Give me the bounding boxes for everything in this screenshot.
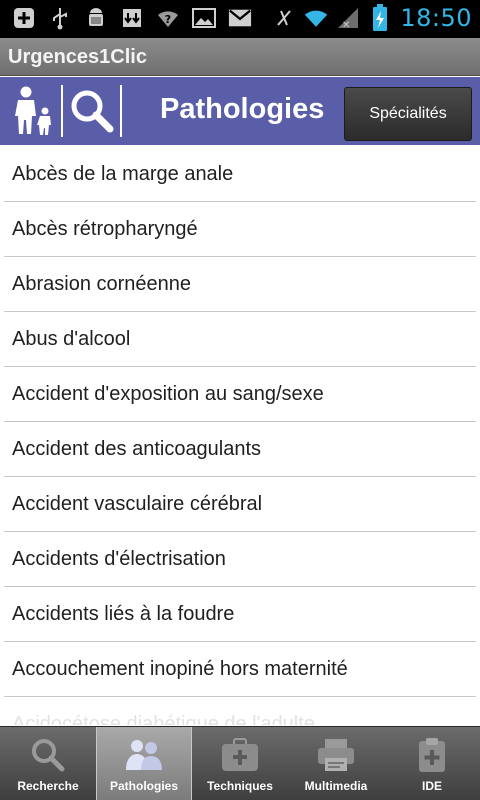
app-title-bar: Urgences1Clic	[0, 38, 480, 76]
header-divider	[61, 85, 63, 137]
tab-pathologies[interactable]: Pathologies	[96, 727, 192, 800]
header-divider	[120, 85, 122, 137]
status-bar: ? ✕ 18:50	[0, 0, 480, 38]
gmail-icon	[228, 6, 252, 30]
bottom-tab-bar: Recherche Pathologies Techniques Multime…	[0, 726, 480, 800]
vibrate-off-icon	[272, 6, 296, 30]
list-item[interactable]: Accouchement inopiné hors maternité	[4, 642, 476, 697]
wifi-question-icon: ?	[156, 6, 180, 30]
page-title: Pathologies	[160, 93, 325, 125]
svg-text:✕: ✕	[342, 20, 350, 30]
tab-label: IDE	[421, 779, 442, 793]
battery-charging-icon	[368, 4, 392, 31]
svg-text:?: ?	[165, 13, 171, 26]
tab-label: Pathologies	[109, 779, 178, 793]
list-item[interactable]: Accident vasculaire cérébral	[4, 477, 476, 532]
download-icon	[120, 6, 144, 30]
magnifier-icon	[28, 737, 68, 773]
family-icon	[15, 86, 51, 135]
tab-label: Recherche	[17, 779, 79, 793]
notification-icons: ?	[12, 6, 252, 30]
tab-techniques[interactable]: Techniques	[192, 727, 288, 800]
list-item[interactable]: Abrasion cornéenne	[4, 257, 476, 312]
tab-ide[interactable]: IDE	[384, 727, 480, 800]
tab-recherche[interactable]: Recherche	[0, 727, 96, 800]
list-item[interactable]: Accidents d'électrisation	[4, 532, 476, 587]
wifi-icon	[304, 6, 328, 30]
list-item[interactable]: Abcès de la marge anale	[4, 147, 476, 202]
signal-icon: ✕	[336, 6, 360, 30]
list-item[interactable]: Acidocétose diabétique de l'adulte	[4, 697, 476, 725]
clipboard-plus-icon	[412, 737, 452, 773]
specialites-button[interactable]: Spécialités	[344, 87, 472, 141]
app-title: Urgences1Clic	[8, 46, 147, 68]
usb-icon	[48, 6, 72, 30]
search-icon	[71, 90, 114, 133]
list-item[interactable]: Accidents liés à la foudre	[4, 587, 476, 642]
list-item[interactable]: Accident des anticoagulants	[4, 422, 476, 477]
people-icon	[124, 737, 164, 773]
android-debug-icon	[84, 6, 108, 30]
family-button[interactable]	[10, 83, 58, 139]
tab-label: Multimedia	[304, 779, 368, 793]
printer-icon	[316, 737, 356, 773]
pathologies-list[interactable]: Abcès de la marge anale Abcès rétrophary…	[0, 147, 480, 725]
tab-label: Techniques	[207, 779, 273, 793]
system-icons: ✕ 18:50	[272, 4, 472, 32]
section-header: Pathologies Spécialités	[0, 77, 480, 145]
image-icon	[192, 6, 216, 30]
add-notification-icon	[12, 6, 36, 30]
search-button[interactable]	[66, 83, 118, 139]
list-item[interactable]: Accident d'exposition au sang/sexe	[4, 367, 476, 422]
list-item[interactable]: Abus d'alcool	[4, 312, 476, 367]
tab-multimedia[interactable]: Multimedia	[288, 727, 384, 800]
medical-bag-icon	[220, 737, 260, 773]
list-item[interactable]: Abcès rétropharyngé	[4, 202, 476, 257]
clock: 18:50	[400, 4, 472, 32]
